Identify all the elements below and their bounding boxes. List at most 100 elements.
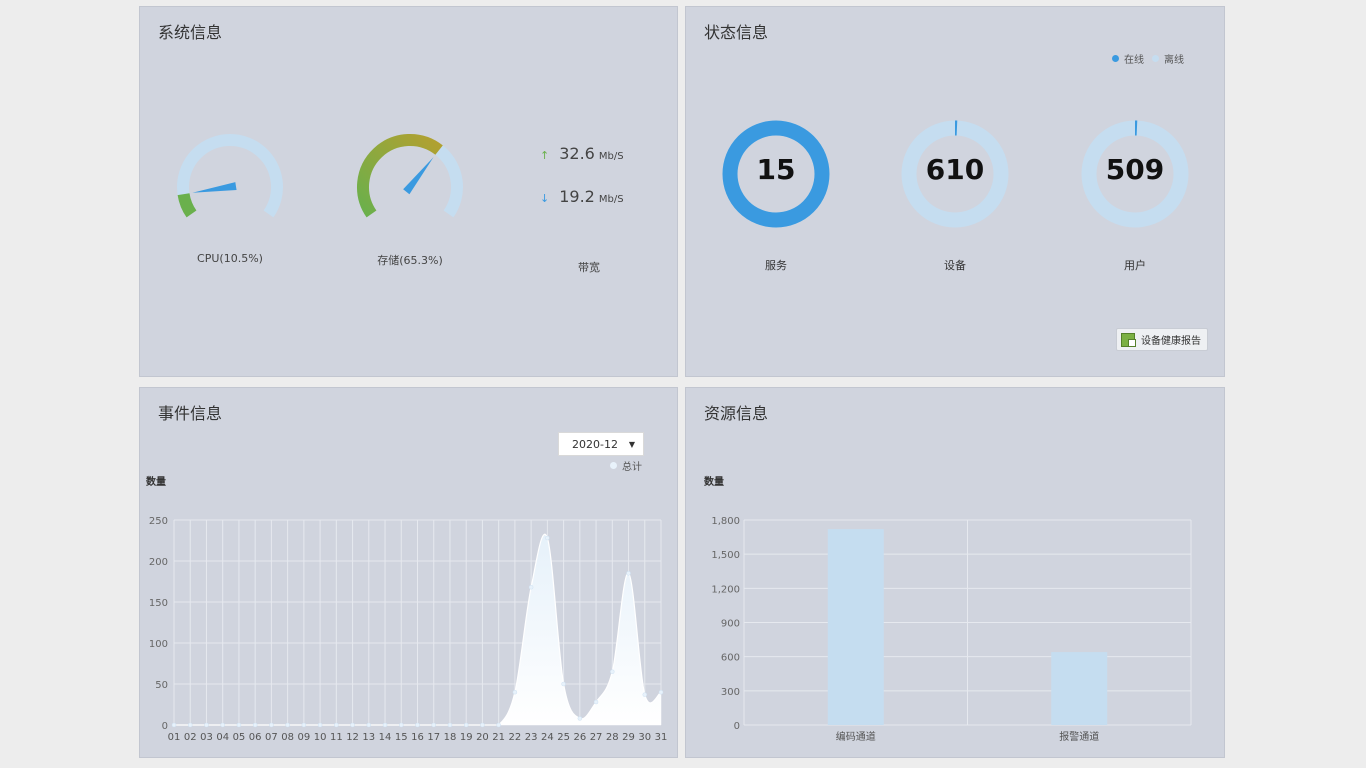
x-tick-label: 14 (379, 732, 392, 743)
x-tick-label: 21 (492, 732, 505, 743)
data-point[interactable] (626, 571, 631, 576)
x-tick-label: 31 (655, 732, 668, 743)
x-tick-label: 23 (525, 732, 538, 743)
x-tick-label: 30 (638, 732, 651, 743)
x-tick-label: 01 (168, 732, 181, 743)
status-info-panel: 状态信息 在线 离线 15 610 509 服务 设备 用户 设备健康报告 (685, 6, 1225, 377)
data-point[interactable] (301, 722, 307, 728)
storage-label: 存储(65.3%) (377, 254, 443, 267)
data-point[interactable] (204, 722, 209, 728)
arrow-up-icon: ↑ (540, 149, 550, 162)
x-tick-label: 09 (297, 732, 310, 743)
x-tick-label: 25 (557, 732, 570, 743)
data-point[interactable] (382, 722, 388, 728)
user-count: 509 (1105, 153, 1165, 186)
data-point[interactable] (561, 681, 566, 687)
storage-gauge (357, 134, 463, 218)
data-point[interactable] (366, 722, 372, 728)
bandwidth-up-value: 32.6 (559, 144, 595, 163)
y-tick-label: 100 (149, 639, 168, 650)
data-point[interactable] (496, 722, 501, 728)
bandwidth-up: ↑ 32.6 Mb/S (540, 144, 624, 163)
event-area-chart: 05010015020025001 02 03 04 05 06 07 08 09 10 11 12 1… (149, 516, 668, 743)
user-label: 用户 (1124, 259, 1146, 272)
report-icon (1121, 332, 1136, 347)
data-point[interactable] (642, 692, 648, 697)
x-tick-label: 28 (606, 732, 619, 743)
data-point[interactable] (285, 722, 290, 728)
x-tick-label: 05 (233, 732, 246, 743)
bandwidth-unit: Mb/S (598, 194, 624, 205)
x-tick-label: 07 (265, 732, 278, 743)
data-point[interactable] (187, 722, 193, 728)
x-tick-label: 12 (346, 732, 359, 743)
service-count: 15 (756, 153, 796, 186)
x-tick-label: 02 (184, 732, 197, 743)
data-point[interactable] (399, 722, 404, 728)
y-tick-label: 150 (149, 598, 168, 609)
x-tick-label: 03 (200, 732, 213, 743)
x-tick-label: 19 (460, 732, 473, 743)
data-point[interactable] (593, 699, 599, 705)
y-tick-label: 1,800 (711, 516, 740, 527)
x-tick-label: 08 (281, 732, 294, 743)
x-tick-label: 17 (427, 732, 440, 743)
y-tick-label: 300 (721, 687, 740, 698)
x-tick-label: 13 (362, 732, 375, 743)
device-health-report-button[interactable]: 设备健康报告 (1116, 328, 1208, 351)
device-label: 设备 (944, 259, 966, 272)
x-tick-label: 编码通道 (836, 730, 876, 743)
x-tick-label: 18 (444, 732, 457, 743)
arrow-down-icon: ↓ (540, 192, 550, 205)
x-tick-label: 27 (590, 732, 603, 743)
system-info-panel: 系统信息 CPU(10.5%) 存储(65.3%) ↑ 32.6 Mb/S ↓ … (139, 6, 678, 377)
data-point[interactable] (447, 722, 453, 728)
cpu-label: CPU(10.5%) (197, 252, 263, 265)
bandwidth-down-value: 19.2 (559, 187, 595, 206)
x-tick-label: 10 (314, 732, 327, 743)
y-tick-label: 600 (721, 653, 740, 664)
x-tick-label: 04 (216, 732, 229, 743)
data-point[interactable] (610, 669, 615, 674)
data-point[interactable] (528, 584, 534, 590)
service-label: 服务 (765, 259, 787, 272)
data-point[interactable] (220, 722, 225, 728)
data-point[interactable] (252, 722, 258, 728)
y-tick-label: 50 (155, 680, 168, 691)
data-point[interactable] (480, 722, 485, 728)
event-info-panel: 事件信息 2020-12 ▼ 总计 数量 0 50 100 150 200 250 01 02… (139, 387, 678, 758)
data-point[interactable] (350, 722, 355, 728)
data-point[interactable] (334, 722, 339, 728)
data-point[interactable] (317, 722, 323, 728)
data-point[interactable] (236, 722, 242, 728)
data-point[interactable] (545, 535, 550, 541)
data-point[interactable] (577, 716, 583, 721)
x-tick-label: 06 (249, 732, 262, 743)
x-tick-label: 24 (541, 732, 554, 743)
data-point[interactable] (463, 722, 469, 728)
y-tick-label: 0 (162, 721, 168, 732)
data-point[interactable] (269, 722, 274, 728)
x-tick-label: 22 (509, 732, 522, 743)
cpu-gauge (177, 134, 283, 218)
y-tick-label: 900 (721, 619, 740, 630)
bar[interactable] (1051, 652, 1108, 725)
data-point[interactable] (658, 689, 664, 695)
x-tick-label: 16 (411, 732, 424, 743)
bar[interactable] (827, 529, 884, 725)
bandwidth-label: 带宽 (578, 261, 600, 274)
resource-bar-chart: 0 300 600 900 1,200 1,500 1,800 编码通道 报警通道 (711, 516, 1192, 743)
y-tick-label: 1,500 (711, 550, 740, 561)
y-tick-label: 200 (149, 557, 168, 568)
x-tick-label: 20 (476, 732, 489, 743)
data-point[interactable] (431, 722, 436, 728)
data-point[interactable] (171, 722, 177, 728)
device-count: 610 (925, 153, 985, 186)
data-point[interactable] (415, 722, 420, 728)
bandwidth-down: ↓ 19.2 Mb/S (540, 187, 624, 206)
y-tick-label: 250 (149, 516, 168, 527)
report-button-label: 设备健康报告 (1141, 336, 1201, 347)
y-tick-label: 1,200 (711, 584, 740, 595)
panel-title: 系统信息 (158, 23, 223, 42)
data-point[interactable] (512, 689, 518, 695)
